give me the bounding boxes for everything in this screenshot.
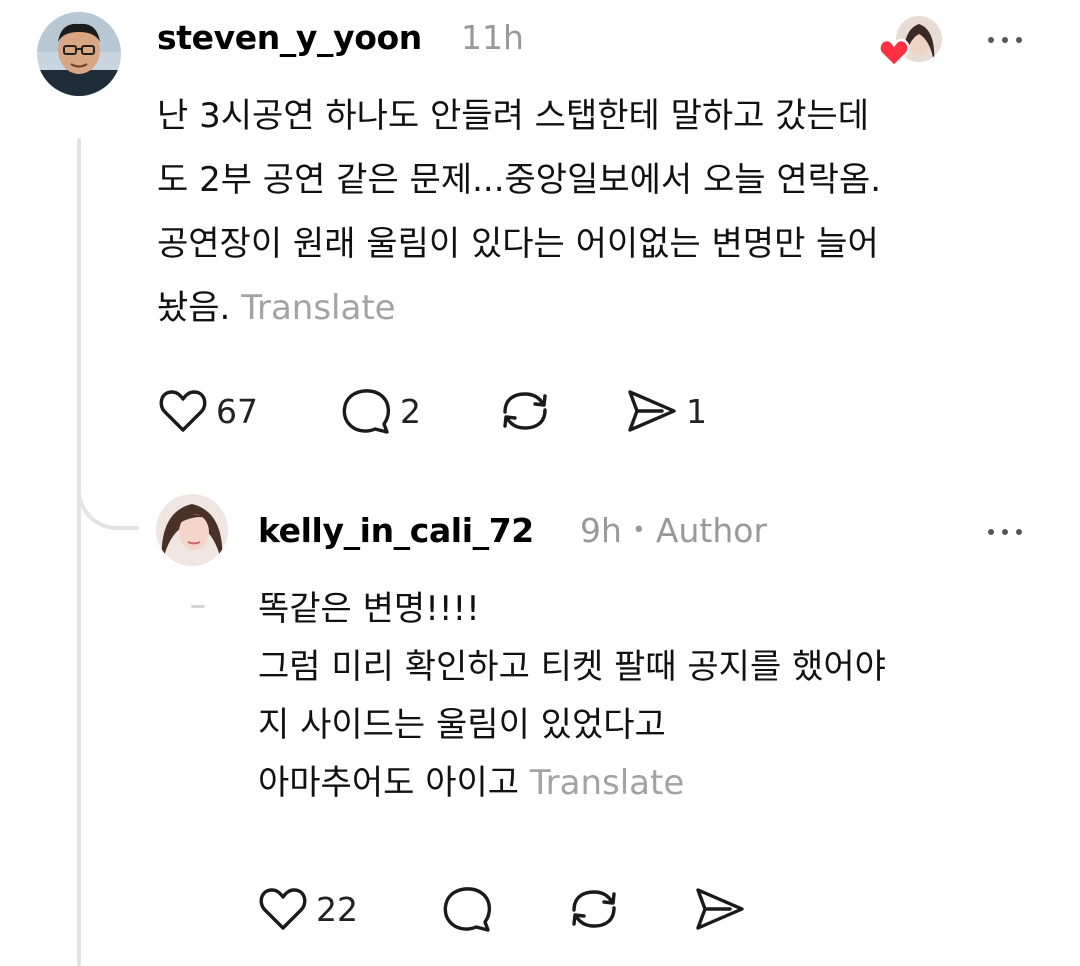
thread-line bbox=[77, 138, 81, 966]
post-share-button[interactable]: 1 bbox=[624, 386, 707, 436]
reply-text-line-content: 아마추어도 아이고 bbox=[258, 763, 520, 803]
post-like-button[interactable]: 67 bbox=[158, 386, 258, 436]
reply-text-line: 똑같은 변명!!!! bbox=[258, 589, 480, 629]
thread-branch-connector bbox=[77, 470, 139, 530]
post-text-line: 난 3시공연 하나도 안들려 스탭한테 말하고 갔는데 bbox=[157, 96, 870, 136]
post-author-avatar[interactable] bbox=[37, 12, 121, 96]
send-icon bbox=[696, 888, 744, 930]
heart-badge-icon bbox=[878, 38, 910, 68]
speech-bubble-icon bbox=[342, 389, 391, 434]
author-badge: Author bbox=[655, 511, 768, 550]
post-reply-button[interactable]: 2 bbox=[340, 386, 421, 436]
post-share-count: 1 bbox=[686, 391, 707, 431]
reply-like-count: 22 bbox=[316, 889, 358, 929]
post-username[interactable]: steven_y_yoon bbox=[157, 18, 422, 57]
reply-like-button[interactable]: 22 bbox=[258, 884, 358, 934]
repost-icon bbox=[572, 890, 616, 928]
speech-bubble-icon bbox=[443, 887, 492, 932]
heart-icon bbox=[259, 888, 307, 930]
reply-reply-button[interactable] bbox=[441, 884, 493, 934]
post-like-count: 67 bbox=[216, 391, 258, 431]
meta-separator: • bbox=[632, 518, 646, 543]
reply-meta: 9h • Author bbox=[580, 511, 767, 550]
send-icon bbox=[628, 390, 676, 432]
thread-marker bbox=[191, 605, 205, 608]
reply-text-line-last: 아마추어도 아이고 Translate bbox=[258, 754, 886, 812]
post-more-options-icon[interactable] bbox=[988, 34, 1032, 46]
post-reply-count: 2 bbox=[400, 391, 421, 431]
post-timestamp: 11h bbox=[461, 18, 524, 57]
reply-timestamp: 9h bbox=[580, 511, 622, 550]
post-text-line: 도 2부 공연 같은 문제...중앙일보에서 오늘 연락옴. bbox=[157, 160, 882, 200]
post-text: 난 3시공연 하나도 안들려 스탭한테 말하고 갔는데 도 2부 공연 같은 문… bbox=[157, 84, 881, 340]
reply-text-line: 지 사이드는 울림이 있었다고 bbox=[258, 705, 666, 745]
post-repost-button[interactable] bbox=[497, 386, 553, 436]
repost-icon bbox=[503, 392, 547, 430]
reply-text: 똑같은 변명!!!! 그럼 미리 확인하고 티켓 팔때 공지를 했어야 지 사이… bbox=[258, 580, 886, 812]
reply-share-button[interactable] bbox=[692, 884, 746, 934]
reply-repost-button[interactable] bbox=[566, 884, 622, 934]
reply-translate-link[interactable]: Translate bbox=[530, 763, 684, 803]
post-text-line-last: 놨음. Translate bbox=[157, 276, 881, 340]
heart-icon bbox=[159, 390, 207, 432]
reply-more-options-icon[interactable] bbox=[988, 526, 1032, 538]
post-translate-link[interactable]: Translate bbox=[241, 288, 395, 328]
post-text-line-content: 놨음. bbox=[157, 288, 231, 328]
reply-text-line: 그럼 미리 확인하고 티켓 팔때 공지를 했어야 bbox=[258, 647, 886, 687]
post-text-line: 공연장이 원래 울림이 있다는 어이없는 변명만 늘어 bbox=[157, 224, 879, 264]
reply-username[interactable]: kelly_in_cali_72 bbox=[258, 511, 534, 550]
reply-author-avatar[interactable] bbox=[156, 494, 228, 566]
